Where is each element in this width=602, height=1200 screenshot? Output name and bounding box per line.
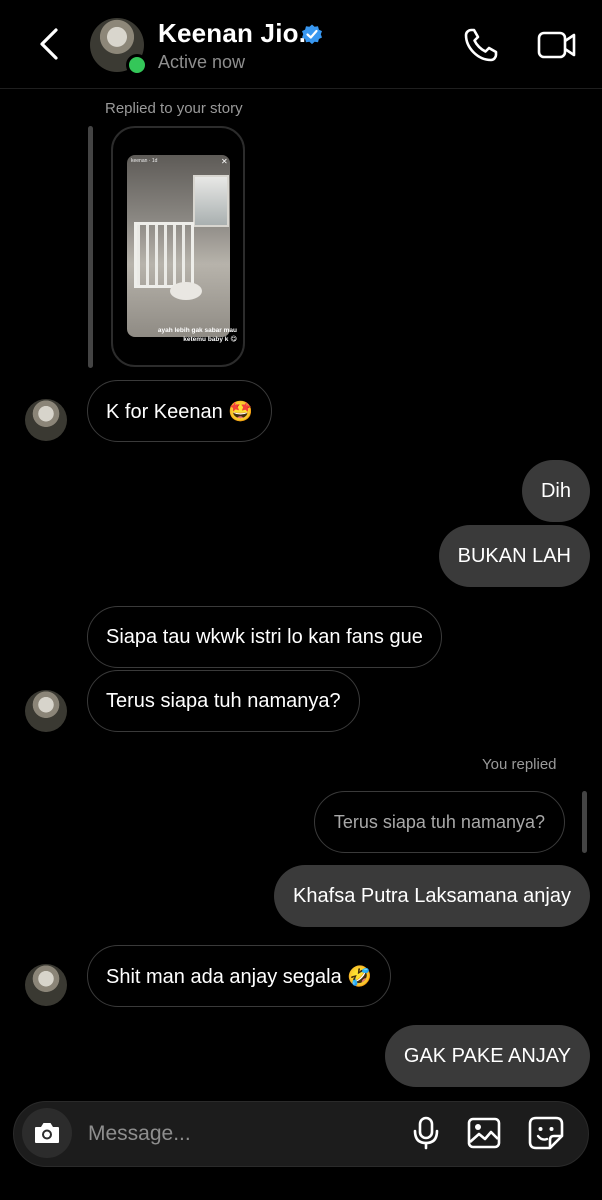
incoming-message[interactable]: Siapa tau wkwk istri lo kan fans gue (87, 606, 442, 668)
reply-indicator-bar (88, 126, 93, 368)
avatar[interactable] (25, 964, 67, 1006)
avatar[interactable] (25, 690, 67, 732)
avatar[interactable] (25, 399, 67, 441)
outgoing-message[interactable]: BUKAN LAH (438, 525, 590, 587)
outgoing-message[interactable]: GAK PAKE ANJAY (384, 1025, 590, 1087)
reply-indicator-bar (582, 791, 587, 853)
chevron-left-icon[interactable] (30, 24, 70, 64)
quoted-message[interactable]: Terus siapa tuh namanya? (313, 791, 565, 853)
story-image-rug (170, 282, 202, 300)
camera-icon[interactable] (33, 1120, 61, 1146)
replied-to-story-label: Replied to your story (105, 100, 243, 117)
gallery-icon[interactable] (467, 1117, 501, 1149)
incoming-message[interactable]: Shit man ada anjay segala 🤣 (87, 945, 392, 1007)
microphone-icon[interactable] (410, 1116, 442, 1150)
story-caption: ayah lebih gak sabar mau ketemu baby k 😋 (157, 327, 237, 343)
story-close-icon: ✕ (221, 157, 228, 166)
active-status: Active now (158, 52, 246, 72)
story-image-crib (134, 222, 194, 288)
story-header-text: keenan · 1d (131, 158, 158, 164)
online-indicator (126, 54, 148, 76)
incoming-message[interactable]: Terus siapa tuh namanya? (87, 670, 360, 732)
incoming-message[interactable]: K for Keenan 🤩 (87, 380, 273, 442)
contact-name[interactable]: Keenan Jio. (158, 18, 306, 49)
outgoing-message[interactable]: Dih (521, 460, 590, 522)
outgoing-message[interactable]: Khafsa Putra Laksamana anjay (274, 865, 590, 927)
phone-icon[interactable] (462, 26, 500, 64)
verified-badge-icon (302, 24, 322, 45)
story-image-window (193, 175, 229, 227)
sticker-icon[interactable] (528, 1116, 564, 1150)
you-replied-label: You replied (482, 756, 557, 773)
video-camera-icon[interactable] (536, 26, 578, 64)
message-input[interactable] (88, 1120, 388, 1148)
